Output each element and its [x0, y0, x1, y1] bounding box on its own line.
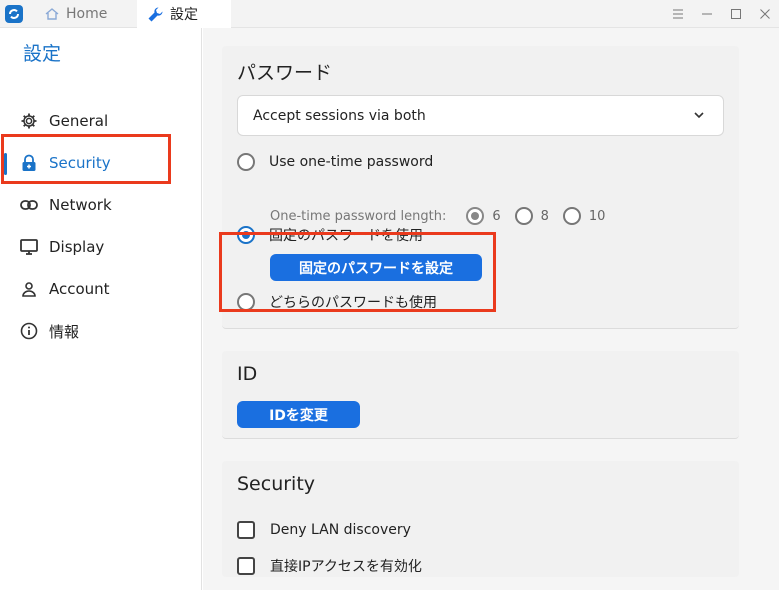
- otp-length-value: 10: [588, 208, 606, 224]
- session-mode-dropdown[interactable]: Accept sessions via both: [237, 95, 724, 136]
- security-section-title: Security: [237, 473, 316, 495]
- person-icon: [20, 280, 38, 298]
- password-section-title: パスワード: [237, 62, 333, 84]
- direct-ip-access-option[interactable]: 直接IPアクセスを有効化: [237, 556, 422, 576]
- otp-length-group: One-time password length: 6 8 10: [270, 207, 619, 225]
- id-section-title: ID: [237, 363, 258, 385]
- otp-length-radio[interactable]: [466, 207, 485, 225]
- fixed-password-highlight-box: [219, 232, 496, 312]
- otp-length-option-8[interactable]: 8: [514, 207, 549, 225]
- window-controls: [663, 0, 779, 28]
- tab-home-label: Home: [66, 6, 108, 22]
- minimize-icon[interactable]: [692, 0, 721, 28]
- sidebar: 設定 General Security Network Display Acco…: [0, 28, 202, 590]
- sidebar-title: 設定: [23, 43, 62, 65]
- otp-length-option-6[interactable]: 6: [466, 207, 501, 225]
- menu-icon[interactable]: [663, 0, 692, 28]
- deny-lan-discovery-label: Deny LAN discovery: [270, 522, 411, 538]
- sidebar-item-info[interactable]: 情報: [0, 310, 202, 352]
- deny-lan-discovery-checkbox[interactable]: [237, 521, 255, 539]
- sidebar-item-display[interactable]: Display: [0, 226, 202, 268]
- sidebar-item-label: Network: [49, 196, 112, 214]
- deny-lan-discovery-option[interactable]: Deny LAN discovery: [237, 521, 411, 539]
- sidebar-item-account[interactable]: Account: [0, 268, 202, 310]
- sidebar-item-label: Account: [49, 280, 110, 298]
- gear-icon: [20, 112, 38, 130]
- direct-ip-access-checkbox[interactable]: [237, 557, 255, 575]
- link-icon: [20, 196, 38, 214]
- wrench-icon: [147, 6, 164, 23]
- otp-length-option-10[interactable]: 10: [562, 207, 606, 225]
- title-bar: Home 設定: [0, 0, 779, 29]
- sidebar-item-label: Display: [49, 238, 105, 256]
- sidebar-item-label: General: [49, 112, 109, 130]
- settings-content: パスワード Accept sessions via both Use one-t…: [203, 28, 779, 590]
- otp-label: Use one-time password: [269, 154, 434, 170]
- chevron-down-icon: [694, 112, 704, 119]
- tab-home[interactable]: Home: [44, 0, 107, 28]
- maximize-icon[interactable]: [721, 0, 750, 28]
- tab-settings[interactable]: 設定: [137, 0, 231, 29]
- close-icon[interactable]: [750, 0, 779, 28]
- home-icon: [44, 6, 60, 22]
- otp-length-radio[interactable]: [562, 207, 581, 225]
- otp-length-value: 8: [540, 208, 549, 224]
- security-highlight-box: [1, 134, 171, 184]
- sidebar-item-network[interactable]: Network: [0, 184, 202, 226]
- sidebar-item-label: 情報: [49, 322, 80, 341]
- otp-length-label: One-time password length:: [270, 208, 447, 224]
- security-card: Security Deny LAN discovery 直接IPアクセスを有効化: [222, 461, 739, 577]
- app-logo-icon: [5, 5, 23, 23]
- monitor-icon: [20, 238, 38, 256]
- password-card: パスワード Accept sessions via both Use one-t…: [219, 46, 739, 329]
- otp-radio-option[interactable]: Use one-time password: [237, 153, 433, 171]
- otp-length-radio[interactable]: [514, 207, 533, 225]
- info-icon: [20, 322, 38, 340]
- direct-ip-access-label: 直接IPアクセスを有効化: [270, 559, 422, 575]
- otp-radio[interactable]: [237, 153, 255, 171]
- change-id-button[interactable]: IDを変更: [237, 401, 360, 428]
- otp-length-value: 6: [492, 208, 501, 224]
- session-mode-value: Accept sessions via both: [253, 107, 426, 124]
- tab-settings-label: 設定: [170, 7, 198, 23]
- id-card: ID IDを変更: [222, 351, 739, 439]
